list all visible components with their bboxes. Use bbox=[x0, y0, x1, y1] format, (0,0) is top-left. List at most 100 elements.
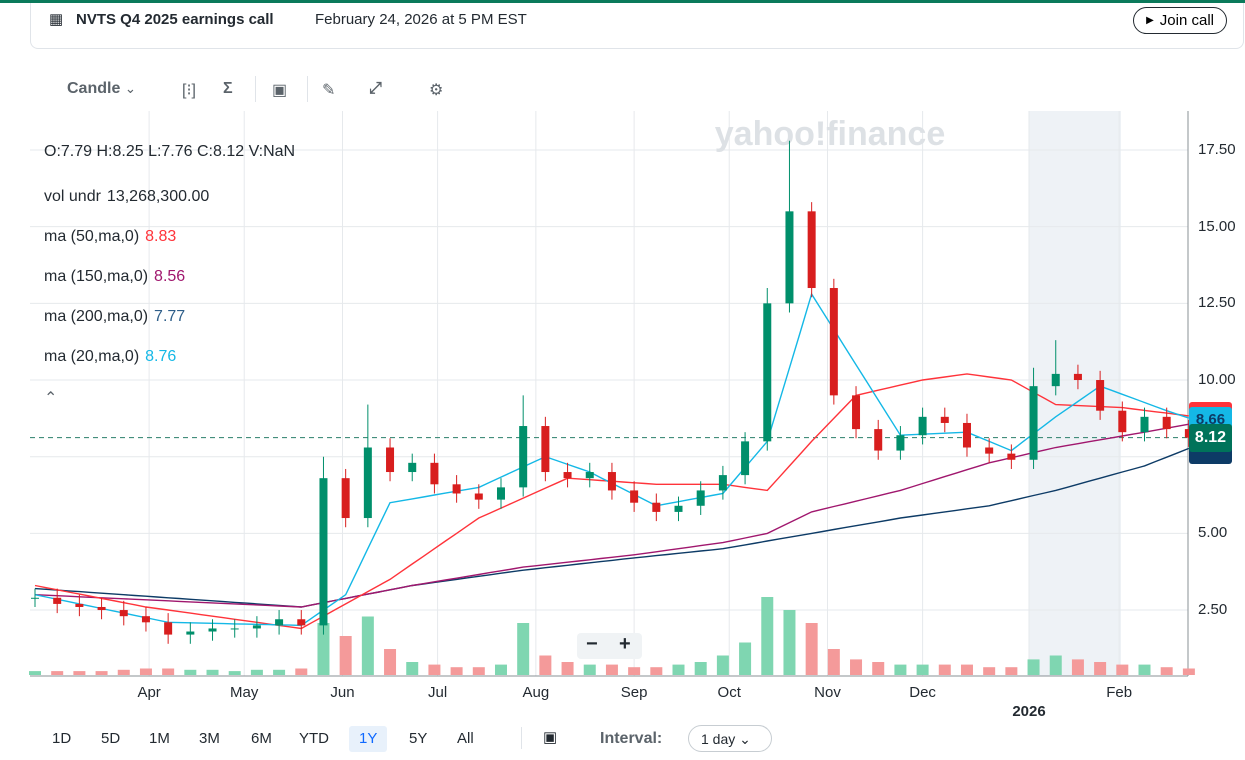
ma200-line bbox=[34, 447, 1190, 608]
zoom-out-button[interactable]: − bbox=[586, 633, 598, 656]
candle-body bbox=[97, 606, 106, 611]
fullscreen-expand-icon[interactable]: ⤢ bbox=[369, 80, 382, 98]
candle-body bbox=[563, 472, 572, 479]
draw-pencil-icon[interactable]: ✎ bbox=[322, 80, 335, 100]
volume-bar bbox=[361, 616, 374, 675]
range-button-all[interactable]: All bbox=[447, 726, 484, 752]
chart-toolbar: Candle ⌄ [⁝] Σ ▣ ✎ ⤢ ⚙ bbox=[30, 76, 470, 104]
collapse-chevron-up-icon[interactable]: ⌃ bbox=[44, 388, 57, 408]
indicators-sigma-icon[interactable]: Σ bbox=[223, 80, 233, 98]
candle-body bbox=[696, 490, 705, 506]
candle-body bbox=[1051, 373, 1060, 387]
calendar-events-icon[interactable]: ▣ bbox=[272, 80, 287, 100]
indicator-legend-item[interactable]: vol undr 13,268,300.00 bbox=[44, 188, 209, 206]
volume-bar bbox=[872, 662, 885, 675]
x-tick-label: Jul bbox=[427, 684, 448, 701]
y-tick-label: 12.50 bbox=[1198, 294, 1236, 312]
indicator-legend-item[interactable]: ma (50,ma,0) 8.83 bbox=[44, 228, 176, 246]
highlight-period bbox=[1029, 111, 1121, 676]
x-tick-label: Dec bbox=[909, 684, 936, 701]
chevron-down-icon: ⌄ bbox=[739, 731, 751, 747]
volume-bar bbox=[250, 669, 263, 675]
yahoo-finance-watermark: yahoo!finance bbox=[715, 115, 945, 153]
x-tick-label: Feb bbox=[1106, 684, 1133, 701]
volume-bar bbox=[761, 597, 774, 675]
candle-body bbox=[386, 447, 395, 473]
candle-body bbox=[363, 447, 372, 519]
volume-bar bbox=[628, 667, 641, 675]
candle-body bbox=[75, 603, 84, 607]
candle-body bbox=[252, 625, 261, 629]
volume-bar bbox=[1005, 667, 1018, 675]
volume-bar bbox=[1160, 667, 1173, 675]
candle-body bbox=[341, 478, 350, 519]
chart-type-label: Candle bbox=[67, 80, 121, 97]
volume-bar bbox=[894, 664, 907, 675]
range-button-6m[interactable]: 6M bbox=[241, 726, 282, 752]
earnings-title: NVTS Q4 2025 earnings call bbox=[76, 11, 274, 28]
indicator-legend-item[interactable]: ma (200,ma,0) 7.77 bbox=[44, 308, 185, 326]
x-tick-label: Apr bbox=[137, 684, 161, 701]
candle-body bbox=[1118, 410, 1127, 433]
volume-bar bbox=[672, 664, 685, 675]
chart-type-dropdown[interactable]: Candle ⌄ bbox=[67, 80, 136, 98]
volume-bar bbox=[1094, 662, 1107, 675]
volume-bar bbox=[95, 671, 108, 675]
volume-bar bbox=[916, 664, 929, 675]
interval-value: 1 day bbox=[701, 731, 736, 747]
candle-body bbox=[674, 505, 683, 512]
indicator-label: ma (20,ma,0) bbox=[44, 348, 140, 365]
x-tick-label: Sep bbox=[620, 684, 648, 701]
compare-icon[interactable]: [⁝] bbox=[182, 80, 196, 100]
range-button-ytd[interactable]: YTD bbox=[289, 726, 339, 752]
range-button-1d[interactable]: 1D bbox=[42, 726, 81, 752]
x-tick-label: May bbox=[230, 684, 259, 701]
candle-body bbox=[1029, 386, 1038, 460]
indicator-label: ma (200,ma,0) bbox=[44, 308, 149, 325]
zoom-controls: − + bbox=[577, 633, 642, 659]
y-tick-label: 17.50 bbox=[1198, 141, 1236, 158]
volume-bar bbox=[494, 664, 507, 675]
candle-body bbox=[763, 303, 772, 442]
settings-gear-icon[interactable]: ⚙ bbox=[429, 80, 443, 100]
candle-body bbox=[874, 429, 883, 451]
ma20-line bbox=[34, 292, 1190, 627]
indicator-legend-item[interactable]: ma (20,ma,0) 8.76 bbox=[44, 348, 176, 366]
volume-bar bbox=[827, 649, 840, 675]
volume-bar bbox=[384, 649, 397, 675]
range-button-5y[interactable]: 5Y bbox=[399, 726, 437, 752]
range-button-5d[interactable]: 5D bbox=[91, 726, 130, 752]
y-tick-label: 10.00 bbox=[1198, 371, 1236, 389]
volume-bar bbox=[805, 623, 818, 675]
candle-body bbox=[119, 610, 128, 617]
volume-bar bbox=[406, 662, 419, 675]
candle-body bbox=[496, 487, 505, 500]
x-tick-label: Jun bbox=[330, 684, 355, 701]
y-tick-label: 2.50 bbox=[1198, 601, 1228, 619]
candle-body bbox=[164, 622, 173, 635]
volume-bar bbox=[1182, 668, 1195, 675]
candle-body bbox=[141, 616, 150, 623]
candle-body bbox=[718, 475, 727, 491]
indicator-value: 8.56 bbox=[154, 268, 186, 285]
candle-body bbox=[918, 416, 927, 436]
range-button-1y[interactable]: 1Y bbox=[349, 726, 388, 752]
interval-dropdown[interactable]: 1 day ⌄ bbox=[688, 725, 772, 752]
zoom-in-button[interactable]: + bbox=[619, 633, 631, 656]
volume-bar bbox=[450, 667, 463, 675]
indicator-label: ma (150,ma,0) bbox=[44, 268, 149, 285]
candle-body bbox=[319, 478, 328, 626]
volume-bar bbox=[739, 642, 752, 675]
candle-body bbox=[1140, 416, 1149, 433]
date-range-calendar-icon[interactable]: ▣ bbox=[543, 728, 557, 746]
candle-body bbox=[852, 395, 861, 430]
range-button-1m[interactable]: 1M bbox=[139, 726, 180, 752]
indicator-legend-item[interactable]: ma (150,ma,0) 8.56 bbox=[44, 268, 185, 286]
indicator-value: 8.76 bbox=[145, 348, 177, 365]
candle-body bbox=[519, 426, 528, 488]
play-icon: ▶ bbox=[1146, 15, 1154, 26]
join-call-button[interactable]: ▶ Join call bbox=[1133, 7, 1227, 34]
candle-body bbox=[962, 422, 971, 448]
range-button-3m[interactable]: 3M bbox=[189, 726, 230, 752]
volume-bar bbox=[1027, 659, 1040, 675]
